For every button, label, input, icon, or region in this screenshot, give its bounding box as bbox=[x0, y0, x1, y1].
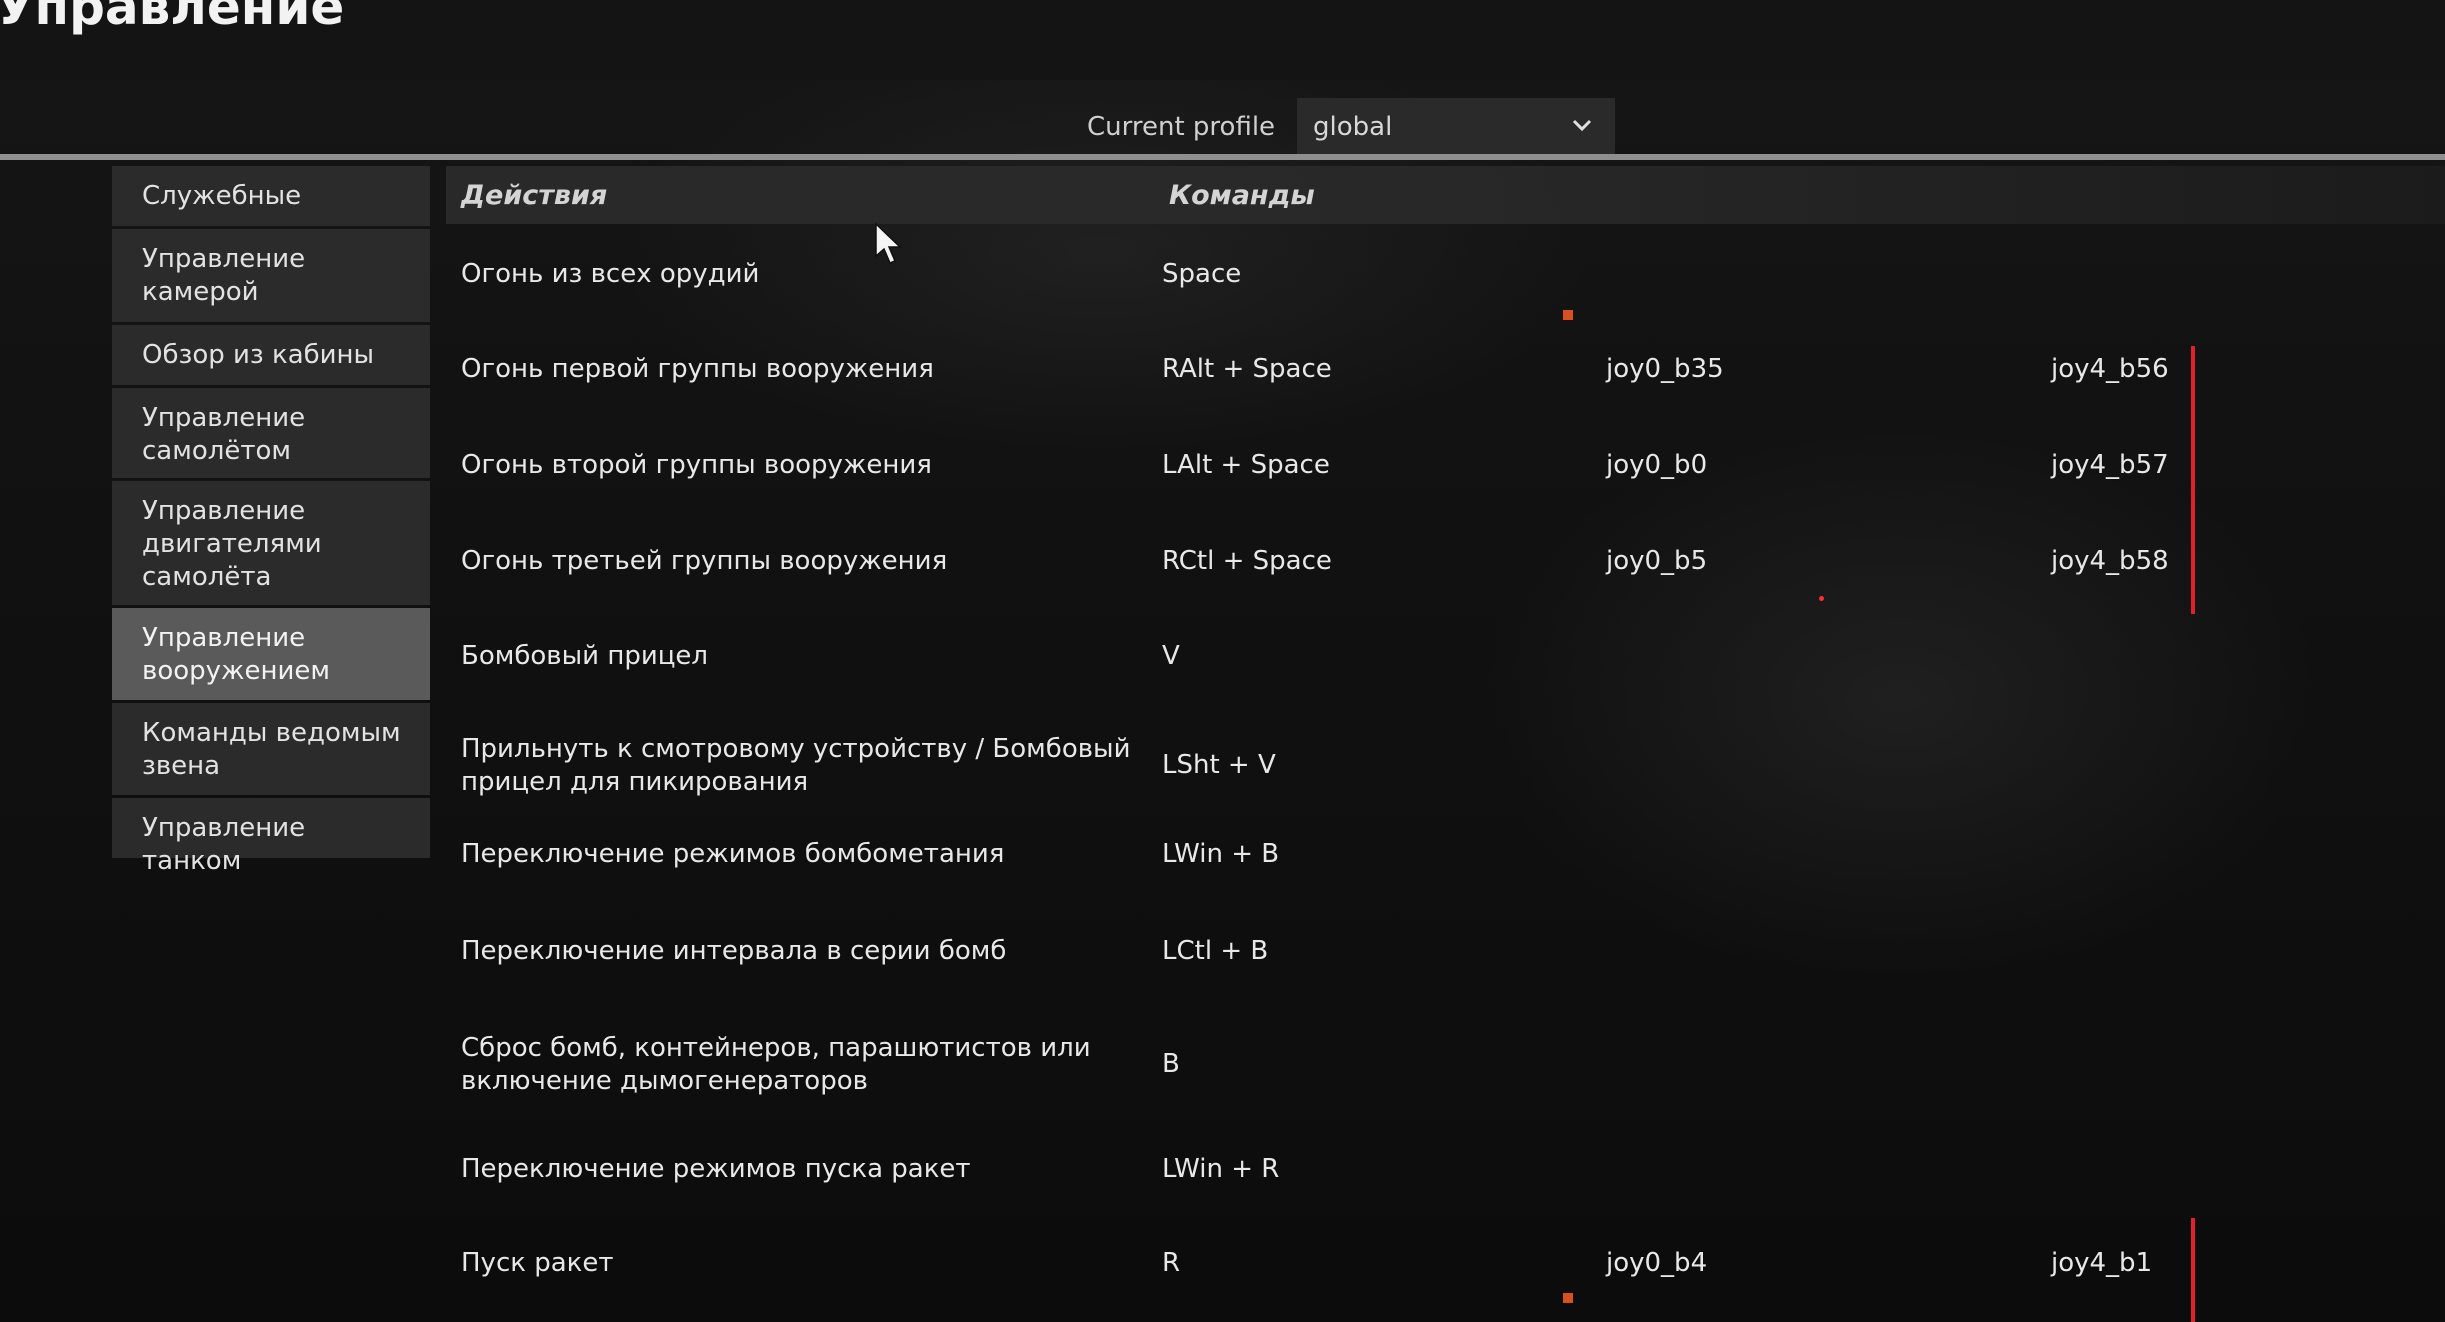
conflict-indicator bbox=[2191, 1218, 2195, 1322]
profile-select-value: global bbox=[1313, 112, 1393, 142]
table-header: Действия Команды bbox=[446, 166, 2445, 224]
command-cell[interactable]: LAlt + Space bbox=[1162, 449, 1330, 482]
header-actions: Действия bbox=[461, 180, 608, 211]
action-cell: Пуск ракет bbox=[461, 1248, 614, 1278]
sidebar-item-aircraft[interactable]: Управление самолётом bbox=[112, 388, 430, 478]
table-row[interactable]: Переключение режимов пуска ракет LWin + R bbox=[446, 1153, 2346, 1219]
divider bbox=[0, 154, 2445, 160]
mouse-cursor-icon bbox=[875, 222, 902, 264]
page-title: Управление bbox=[0, 0, 345, 36]
conflict-indicator bbox=[2191, 346, 2195, 614]
command-cell[interactable]: LWin + R bbox=[1162, 1153, 1279, 1186]
action-cell: Бомбовый прицел bbox=[461, 641, 709, 671]
table-row[interactable]: Переключение интервала в серии бомб LCtl … bbox=[446, 935, 2346, 1001]
action-cell: Огонь третьей группы вооружения bbox=[461, 546, 948, 576]
marker-dot bbox=[1563, 1293, 1573, 1303]
action-cell: Сброс бомб, контейнеров, парашютистов ил… bbox=[461, 1033, 1091, 1096]
command-cell[interactable]: B bbox=[1162, 1048, 1180, 1081]
sidebar-item-cockpit-view[interactable]: Обзор из кабины bbox=[112, 325, 430, 385]
table-row[interactable]: Пуск ракет Rjoy0_b4 joy4_b1 bbox=[446, 1247, 2346, 1313]
joystick-binding-cell[interactable]: joy0_b0 bbox=[1606, 449, 1707, 482]
command-cell[interactable]: V bbox=[1162, 640, 1180, 673]
sidebar-item-camera[interactable]: Управление камерой bbox=[112, 229, 430, 322]
command-cell[interactable]: RCtl + Space bbox=[1162, 545, 1332, 578]
joystick-binding-cell[interactable]: joy0_b5 bbox=[1606, 545, 1707, 578]
action-cell: Огонь первой группы вооружения bbox=[461, 354, 934, 384]
action-cell: Огонь второй группы вооружения bbox=[461, 450, 932, 480]
action-cell: Огонь из всех орудий bbox=[461, 259, 760, 289]
joystick-binding-cell[interactable]: joy0_b35 bbox=[1606, 353, 1724, 386]
marker-dot bbox=[1563, 310, 1573, 320]
joystick-binding-cell[interactable]: joy4_b58 bbox=[2051, 545, 2169, 578]
action-cell: Прильнуть к смотровому устройству / Бомб… bbox=[461, 734, 1131, 797]
chevron-down-icon bbox=[1572, 119, 1592, 132]
profile-select[interactable]: global bbox=[1297, 98, 1615, 156]
action-cell: Переключение режимов бомбометания bbox=[461, 839, 1005, 869]
header: Управление bbox=[0, 0, 2445, 80]
table-row[interactable]: Огонь первой группы вооружения RAlt + Spa… bbox=[446, 353, 2346, 419]
command-cell[interactable]: RAlt + Space bbox=[1162, 353, 1332, 386]
sidebar-item-tank[interactable]: Управление танком bbox=[112, 798, 430, 876]
command-cell[interactable]: Space bbox=[1162, 258, 1241, 291]
profile-label: Current profile bbox=[1087, 112, 1276, 142]
table-row[interactable]: Бомбовый прицел V bbox=[446, 640, 2346, 706]
sidebar-item-weapons[interactable]: Управление вооружением bbox=[112, 608, 430, 700]
command-cell[interactable]: LWin + B bbox=[1162, 838, 1279, 871]
command-cell[interactable]: LSht + V bbox=[1162, 749, 1276, 782]
command-cell[interactable]: LCtl + B bbox=[1162, 935, 1268, 968]
action-cell: Переключение режимов пуска ракет bbox=[461, 1154, 971, 1184]
table-row[interactable]: Сброс бомб, контейнеров, парашютистов ил… bbox=[446, 1032, 2346, 1098]
joystick-binding-cell[interactable]: joy0_b4 bbox=[1606, 1247, 1707, 1280]
table-row[interactable]: Переключение режимов бомбометания LWin + … bbox=[446, 838, 2346, 904]
marker-dot bbox=[1819, 596, 1824, 601]
joystick-binding-cell[interactable]: joy4_b57 bbox=[2051, 449, 2169, 482]
joystick-binding-cell[interactable]: joy4_b1 bbox=[2051, 1247, 2152, 1280]
table-row[interactable]: Огонь из всех орудий Space bbox=[446, 258, 2346, 324]
sidebar-item-service[interactable]: Служебные bbox=[112, 166, 430, 226]
command-cell[interactable]: R bbox=[1162, 1247, 1180, 1280]
sidebar-item-wingmen[interactable]: Команды ведомым звена bbox=[112, 703, 430, 795]
sidebar-item-engines[interactable]: Управление двигателями самолёта bbox=[112, 481, 430, 605]
joystick-binding-cell[interactable]: joy4_b56 bbox=[2051, 353, 2169, 386]
table-row[interactable]: Огонь третьей группы вооружения RCtl + Sp… bbox=[446, 545, 2346, 611]
sidebar: Служебные Управление камерой Обзор из ка… bbox=[112, 166, 430, 876]
action-cell: Переключение интервала в серии бомб bbox=[461, 936, 1007, 966]
table-row[interactable]: Прильнуть к смотровому устройству / Бомб… bbox=[446, 733, 2346, 799]
header-commands: Команды bbox=[1169, 180, 1315, 211]
table-row[interactable]: Огонь второй группы вооружения LAlt + Spa… bbox=[446, 449, 2346, 515]
